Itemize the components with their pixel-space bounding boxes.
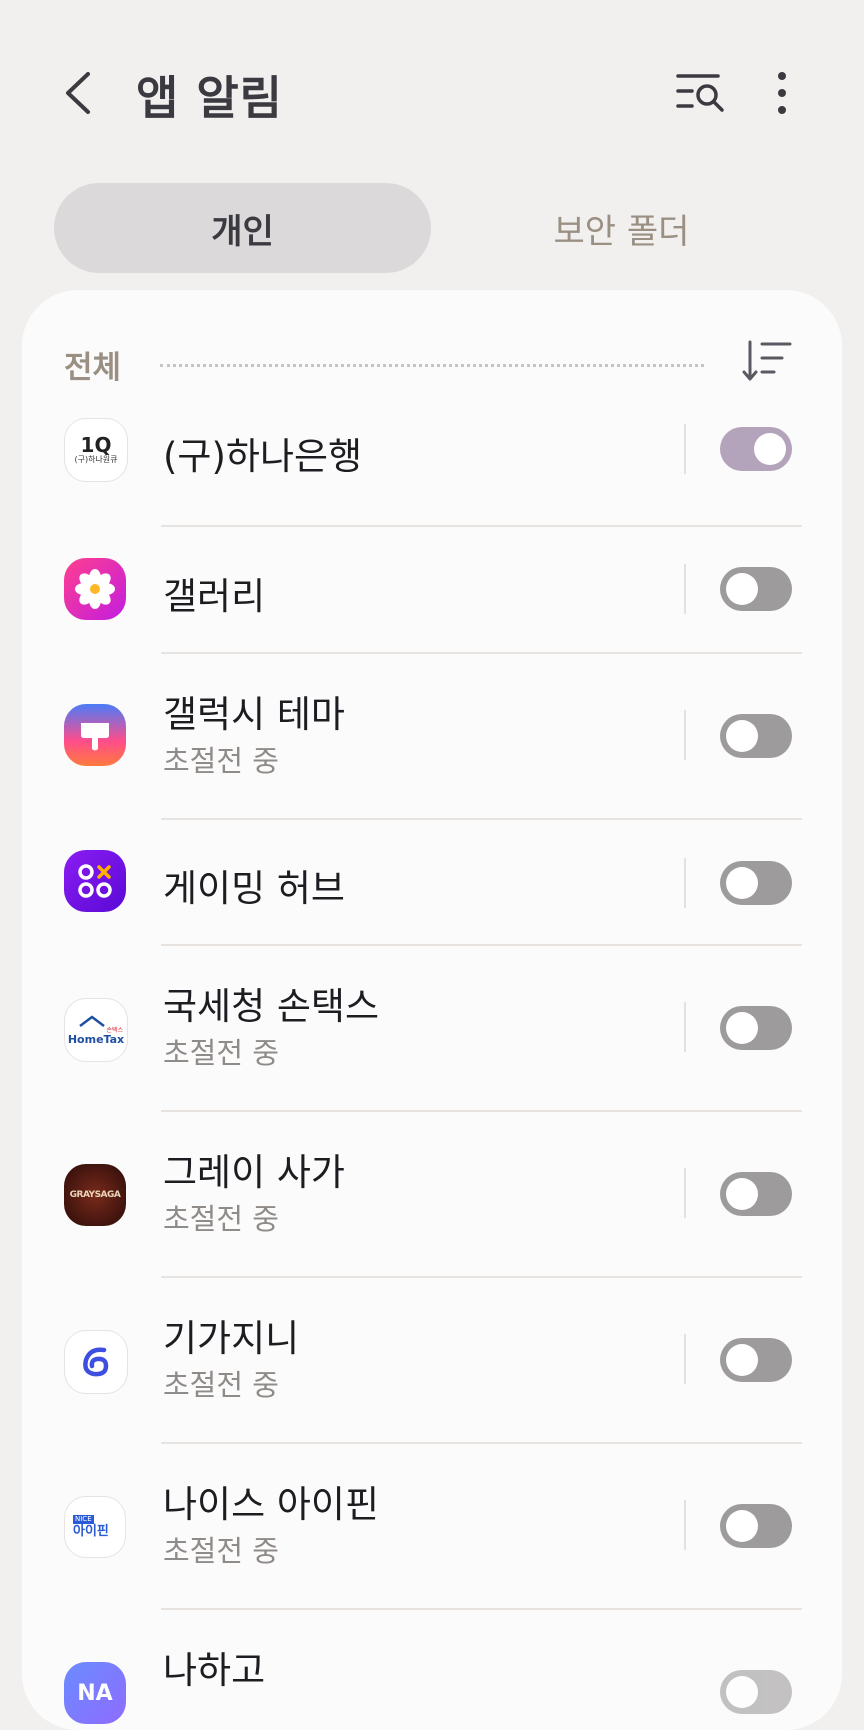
- icon-subtext: (구)하나원큐: [74, 455, 118, 464]
- separator: [684, 710, 686, 760]
- section-header: 전체: [64, 338, 814, 388]
- separator: [684, 424, 686, 474]
- separator: [684, 1500, 686, 1550]
- notification-toggle[interactable]: [720, 1172, 792, 1216]
- tab-personal[interactable]: 개인: [54, 183, 431, 273]
- gigagenie-icon: [64, 1330, 128, 1394]
- toggle-knob: [726, 1178, 758, 1210]
- toggle-knob: [726, 1510, 758, 1542]
- gamepad-buttons-icon: [78, 864, 112, 898]
- icon-text: GRAYSAGA: [69, 1190, 121, 1200]
- gallery-flower-icon: [64, 558, 126, 620]
- app-status: 초절전 중: [163, 1368, 279, 1402]
- hana-bank-icon: 1Q (구)하나원큐: [64, 418, 128, 482]
- dotted-divider: [160, 364, 704, 367]
- notification-toggle[interactable]: [720, 1504, 792, 1548]
- notification-toggle[interactable]: [720, 1338, 792, 1382]
- notification-toggle[interactable]: [720, 714, 792, 758]
- search-list-icon[interactable]: [676, 70, 726, 116]
- app-status: 초절전 중: [163, 1202, 279, 1236]
- app-status: 초절전 중: [163, 1534, 279, 1568]
- separator: [684, 564, 686, 614]
- app-list-card: 전체 1Q (구)하나원큐 (구)하나은행 갤러리 갤럭시 테마 초절전 중 게…: [22, 290, 842, 1730]
- toggle-knob: [726, 867, 758, 899]
- notification-toggle[interactable]: [720, 1670, 792, 1714]
- app-name: 국세청 손택스: [163, 985, 380, 1028]
- tab-secure-folder[interactable]: 보안 폴더: [433, 183, 810, 273]
- list-item[interactable]: NICE 아이핀 나이스 아이핀 초절전 중: [22, 1444, 842, 1610]
- gray-saga-icon: GRAYSAGA: [64, 1164, 126, 1226]
- toggle-knob: [726, 1344, 758, 1376]
- house-roof-icon: [79, 1014, 105, 1027]
- toggle-knob: [726, 1676, 758, 1708]
- app-name: (구)하나은행: [163, 435, 363, 478]
- list-item[interactable]: GRAYSAGA 그레이 사가 초절전 중: [22, 1112, 842, 1278]
- galaxy-themes-brush-icon: [64, 704, 126, 766]
- nahago-icon: NA: [64, 1662, 126, 1724]
- separator: [684, 1168, 686, 1218]
- app-name: 그레이 사가: [163, 1151, 345, 1194]
- toggle-knob: [754, 433, 786, 465]
- sort-icon[interactable]: [742, 338, 794, 386]
- notification-toggle[interactable]: [720, 1006, 792, 1050]
- app-name: 게이밍 허브: [163, 867, 345, 910]
- toggle-knob: [726, 720, 758, 752]
- app-name: 갤럭시 테마: [163, 693, 345, 736]
- nice-ipin-icon: NICE 아이핀: [64, 1496, 126, 1558]
- app-name: 갤러리: [163, 575, 266, 618]
- notification-toggle[interactable]: [720, 427, 792, 471]
- notification-toggle[interactable]: [720, 861, 792, 905]
- toggle-knob: [726, 1012, 758, 1044]
- app-name: 기가지니: [163, 1317, 300, 1360]
- list-item[interactable]: 1Q (구)하나원큐 (구)하나은행: [22, 386, 842, 512]
- list-item[interactable]: 갤럭시 테마 초절전 중: [22, 654, 842, 820]
- list-item[interactable]: 갤러리: [22, 526, 842, 652]
- list-item[interactable]: 손택스 HomeTax 국세청 손택스 초절전 중: [22, 946, 842, 1112]
- tab-bar: 개인 보안 폴더: [54, 183, 810, 273]
- header: 앱 알림: [0, 0, 864, 170]
- back-arrow-icon[interactable]: [58, 68, 102, 118]
- icon-text: 아이핀: [73, 1523, 109, 1539]
- icon-text: HomeTax: [67, 1032, 125, 1046]
- toggle-knob: [726, 573, 758, 605]
- separator: [684, 858, 686, 908]
- gaming-hub-icon: [64, 850, 126, 912]
- page-title: 앱 알림: [136, 71, 283, 125]
- list-item[interactable]: NA 나하고: [22, 1610, 842, 1724]
- brush-icon: [81, 723, 109, 751]
- notification-toggle[interactable]: [720, 567, 792, 611]
- icon-text: NA: [77, 1680, 113, 1706]
- icon-badge: NICE: [73, 1514, 94, 1524]
- separator: [684, 1334, 686, 1384]
- hometax-icon: 손택스 HomeTax: [64, 998, 128, 1062]
- app-status: 초절전 중: [163, 1036, 279, 1070]
- app-status: 초절전 중: [163, 744, 279, 778]
- list-item[interactable]: 게이밍 허브: [22, 820, 842, 946]
- more-options-icon[interactable]: [768, 70, 796, 116]
- separator: [684, 1002, 686, 1052]
- app-name: 나하고: [163, 1649, 266, 1692]
- flower-icon: [75, 569, 115, 609]
- swirl-icon: [83, 1347, 109, 1377]
- list-item[interactable]: 기가지니 초절전 중: [22, 1278, 842, 1444]
- section-label: 전체: [64, 350, 122, 386]
- app-name: 나이스 아이핀: [163, 1483, 380, 1526]
- icon-text: 1Q: [80, 433, 112, 457]
